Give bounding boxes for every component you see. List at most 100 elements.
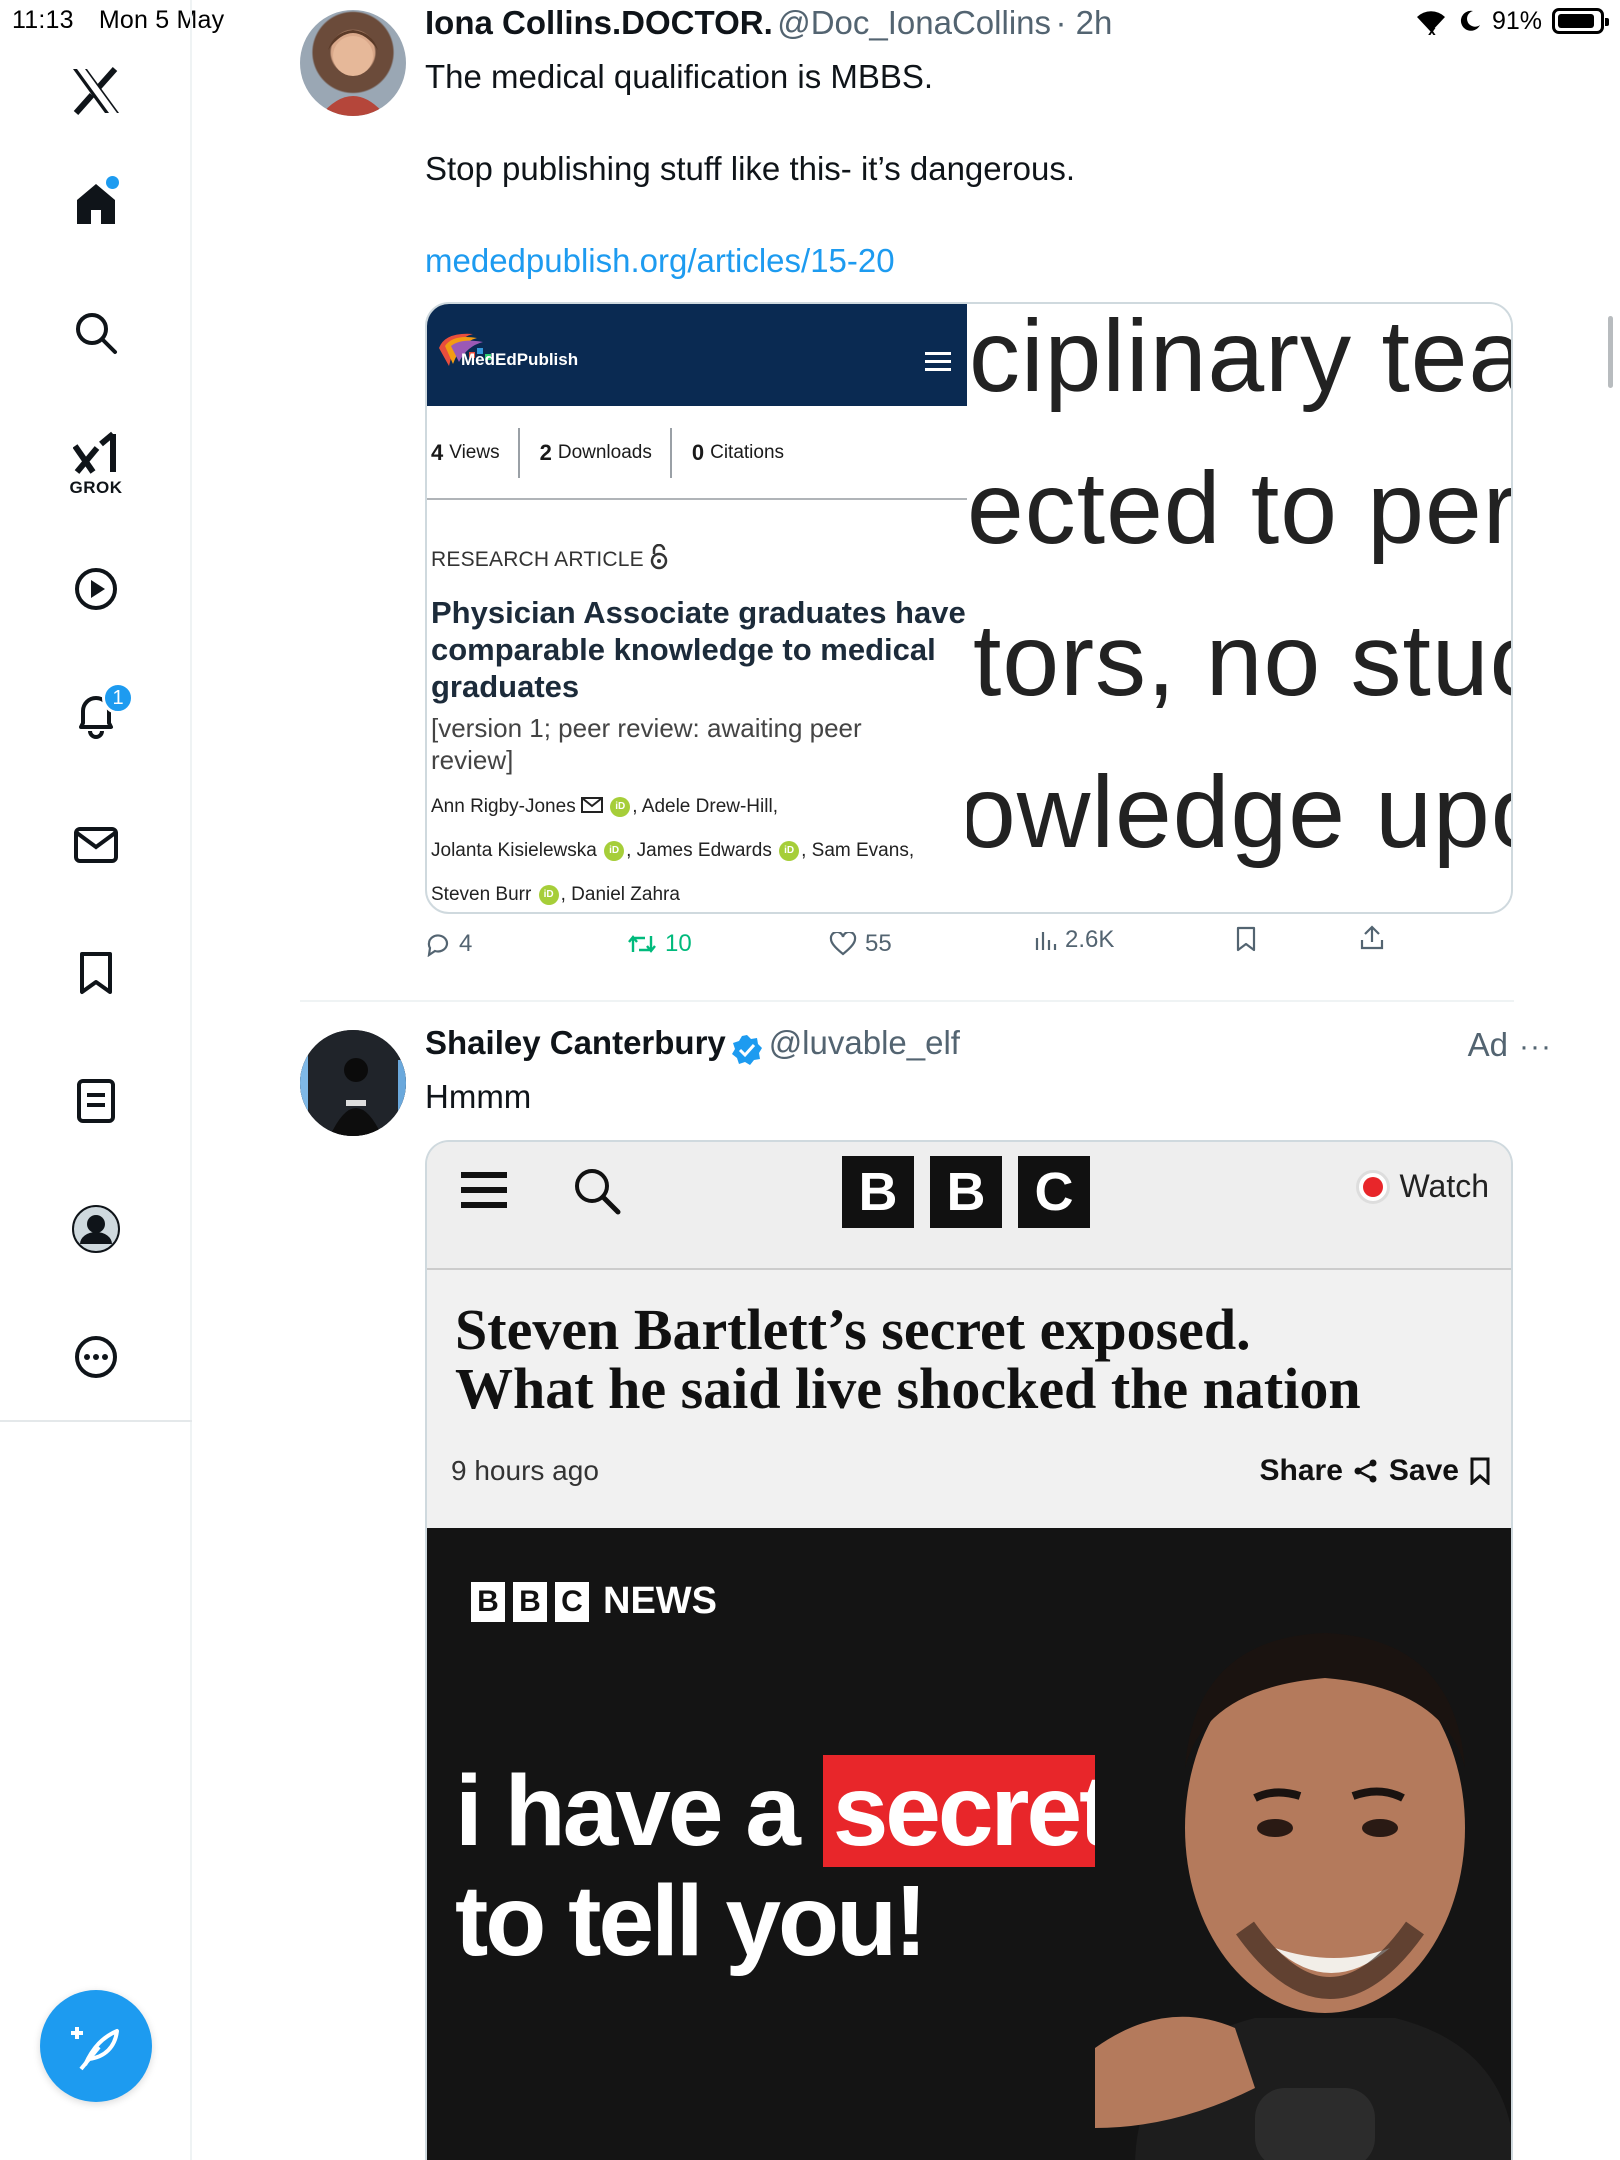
play-icon: [75, 568, 117, 610]
views-stat: 4 Views: [431, 440, 500, 465]
orcid-icon: iD: [538, 884, 559, 905]
mail-icon: [74, 827, 118, 863]
presenter-photo: [1095, 1528, 1511, 2160]
tweet-text-line-1: The medical qualification is MBBS.: [425, 58, 934, 95]
hamburger-menu-icon: [925, 352, 951, 376]
views-button[interactable]: 2.6K: [1033, 926, 1114, 954]
home-unread-dot: [106, 176, 119, 189]
x-logo-icon[interactable]: [0, 58, 192, 124]
compose-button[interactable]: [40, 1990, 152, 2102]
scrollbar[interactable]: [1608, 316, 1613, 388]
tweet-link[interactable]: mededpublish.org/articles/15-20: [425, 238, 895, 284]
bookmark-icon: [80, 952, 112, 994]
reply-button[interactable]: 4: [425, 930, 472, 958]
avatar[interactable]: [300, 10, 406, 116]
orcid-icon: iD: [610, 796, 631, 817]
sidebar-item-notifications[interactable]: 1: [0, 682, 192, 748]
bbc-header: B B C Watch: [427, 1142, 1511, 1270]
avatar[interactable]: [300, 1030, 406, 1136]
zoom-line: ected to perfo: [967, 451, 1511, 565]
orcid-icon: iD: [779, 840, 800, 861]
zoomed-text-image: ciplinary tear ected to perfo tors, no s…: [967, 304, 1513, 912]
svg-text:x: x: [1428, 24, 1436, 36]
tweet-text-line-2: Stop publishing stuff like this- it’s da…: [425, 150, 1075, 187]
share-save-row: Share Save: [1260, 1454, 1491, 1488]
sidebar-item-lists[interactable]: [0, 1068, 192, 1134]
more-options-icon[interactable]: ···: [1519, 1030, 1552, 1064]
tweet-actions: 4 10 55 2.6K: [425, 925, 1425, 974]
sidebar-item-messages[interactable]: [0, 812, 192, 878]
article-version: [version 1; peer review: awaiting peer r…: [431, 713, 862, 775]
article-time: 9 hours ago: [451, 1455, 599, 1486]
mededpublish-header: MedEdPublish: [427, 304, 967, 406]
bbc-news-logo: B B C NEWS: [471, 1580, 717, 1623]
live-dot-icon: [1355, 1169, 1390, 1204]
sidebar-item-explore[interactable]: [0, 300, 192, 366]
sidebar-item-more[interactable]: [0, 1324, 192, 1390]
tweet-text: Hmmm: [425, 1078, 532, 1115]
search-icon: [76, 313, 117, 354]
heart-icon: [829, 932, 857, 956]
retweet-icon: [628, 935, 656, 953]
downloads-stat: 2 Downloads: [539, 440, 652, 465]
citations-stat: 0 Citations: [691, 440, 785, 465]
sidebar-item-bookmarks[interactable]: [0, 940, 192, 1006]
sidebar-item-video[interactable]: [0, 556, 192, 622]
status-icons: x 91%: [1414, 6, 1609, 36]
article-meta: 9 hours ago Share Save: [451, 1454, 1491, 1488]
sidebar: GROK 1: [0, 0, 192, 2160]
battery-icon: [1552, 8, 1609, 34]
battery-percent: 91%: [1491, 6, 1542, 35]
link-preview-card[interactable]: MedEdPublish 4 Views 2 Downloads 0 Citation…: [425, 302, 1513, 914]
tweet-divider: [300, 1000, 1514, 1002]
lists-icon: [77, 1079, 115, 1123]
compose-feather-icon: [71, 2027, 119, 2071]
article-type: RESEARCH ARTICLE: [431, 543, 668, 572]
wifi-icon: x: [1416, 11, 1445, 36]
bookmark-icon: [1470, 1457, 1490, 1485]
article-authors-2: Jolanta Kisielewska iD, James Edwards iD…: [431, 840, 915, 861]
tweet-header: Shailey Canterbury @luvable_elf: [425, 1024, 960, 1067]
share-icon: [1360, 925, 1384, 950]
bookmark-icon: [1236, 926, 1256, 952]
ad-label: Ad: [1467, 1026, 1508, 1063]
sidebar-item-grok[interactable]: GROK: [0, 424, 192, 504]
thumbnail-caption: i have a secret to tell you!: [455, 1755, 1120, 1976]
share-icon: [1354, 1459, 1377, 1483]
author-name[interactable]: Iona Collins.DOCTOR.: [425, 4, 773, 41]
grok-label: GROK: [69, 478, 123, 497]
email-icon: [580, 797, 603, 813]
tweet-time[interactable]: · 2h: [1055, 4, 1112, 41]
more-circle-icon: [75, 1336, 117, 1378]
article-stats: 4 Views 2 Downloads 0 Citations: [427, 428, 967, 478]
sidebar-item-profile[interactable]: [0, 1196, 192, 1262]
orcid-icon: iD: [604, 840, 625, 861]
article-title: Physician Associate graduates have compa…: [431, 595, 966, 704]
bookmark-button[interactable]: [1235, 926, 1257, 952]
search-icon: [575, 1169, 621, 1215]
mededpublish-brand: MedEdPublish: [461, 350, 579, 369]
article-authors-1: Ann Rigby-Jones iD, Adele Drew-Hill,: [431, 796, 778, 817]
like-button[interactable]: 55: [829, 930, 892, 958]
reply-icon: [427, 934, 449, 957]
author-handle[interactable]: @Doc_IonaCollins: [777, 4, 1051, 41]
sidebar-item-home[interactable]: [0, 170, 192, 236]
share-button[interactable]: [1359, 924, 1385, 952]
avatar: [72, 1205, 120, 1253]
zoom-line: ciplinary tear: [969, 304, 1513, 413]
bbc-logo: B B C: [842, 1156, 1090, 1228]
notification-badge: 1: [102, 682, 134, 714]
ad-media-card[interactable]: B B C Watch Steven Bartlett’s secret exp…: [425, 1140, 1513, 2160]
zoom-line: owledge upo: [967, 755, 1513, 869]
ad-thumbnail-image: B B C NEWS i have a secret to tell you!: [427, 1528, 1511, 2160]
article-authors-3: Steven Burr iD, Daniel Zahra: [431, 884, 680, 905]
article-headline: Steven Bartlett’s secret exposed. What h…: [455, 1297, 1361, 1421]
tweet-header: Iona Collins.DOCTOR. @Doc_IonaCollins · …: [425, 4, 1112, 42]
moon-icon: [1460, 10, 1480, 31]
grok-icon: [73, 431, 116, 474]
watch-live-button: Watch: [1355, 1168, 1489, 1205]
retweet-button[interactable]: 10: [627, 930, 692, 958]
author-handle[interactable]: @luvable_elf: [769, 1024, 960, 1061]
analytics-icon: [1035, 932, 1057, 950]
author-name[interactable]: Shailey Canterbury: [425, 1024, 726, 1061]
